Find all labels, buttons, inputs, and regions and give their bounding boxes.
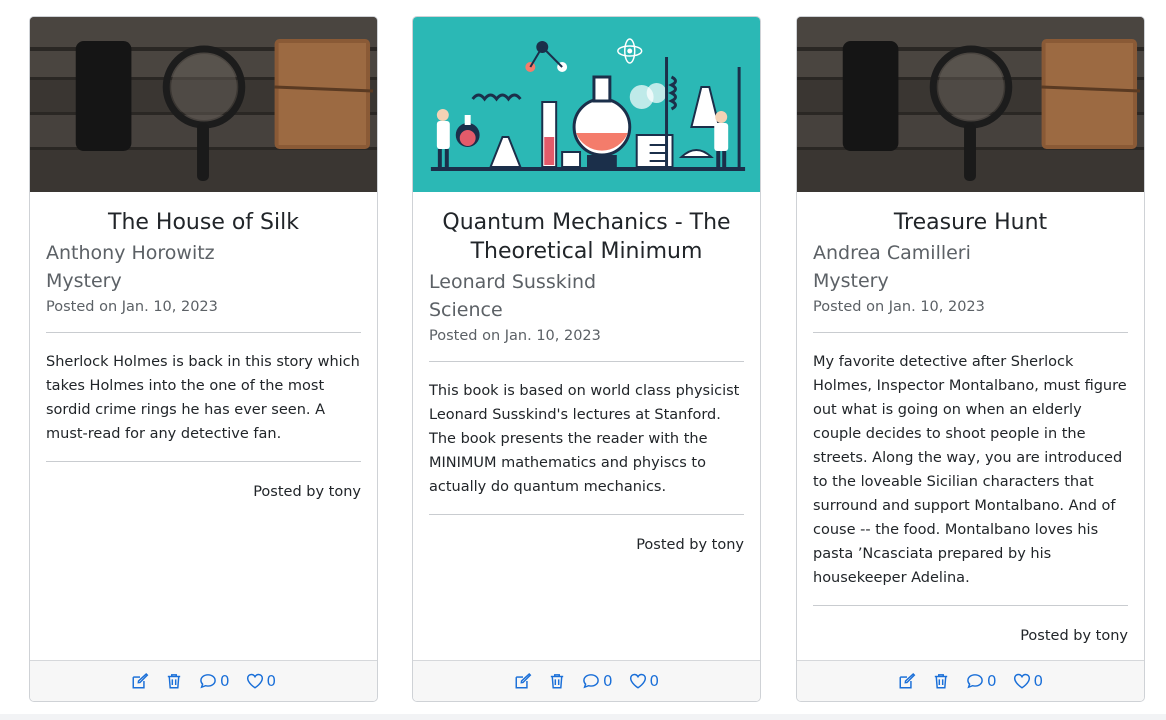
trash-icon [934, 674, 948, 689]
book-category: Mystery [813, 270, 889, 292]
card-footer: 0 0 [30, 660, 377, 701]
edit-button[interactable] [514, 672, 532, 690]
comment-count: 0 [986, 672, 997, 690]
comment-button[interactable]: 0 [582, 672, 613, 690]
delete-button[interactable] [165, 672, 183, 690]
comment-button[interactable]: 0 [199, 672, 230, 690]
edit-button[interactable] [898, 672, 916, 690]
book-card: The House of Silk Anthony Horowitz Myste… [29, 16, 378, 702]
divider [429, 514, 744, 515]
book-cover-image [797, 17, 1144, 192]
edit-icon [515, 673, 532, 689]
card-footer: 0 0 [413, 660, 760, 701]
divider [46, 461, 361, 462]
book-category: Science [429, 299, 503, 321]
comment-count: 0 [219, 672, 230, 690]
posted-date: Posted on Jan. 10, 2023 [813, 299, 985, 315]
heart-icon [246, 673, 263, 689]
book-category: Mystery [46, 270, 122, 292]
book-description: Sherlock Holmes is back in this story wh… [46, 354, 360, 442]
book-description: This book is based on world class physic… [429, 383, 740, 495]
book-title: Treasure Hunt [893, 210, 1048, 235]
like-count: 0 [266, 672, 277, 690]
heart-icon [629, 673, 646, 689]
book-cover-image [30, 17, 377, 192]
like-button[interactable]: 0 [1013, 672, 1044, 690]
divider [429, 361, 744, 362]
edit-icon [899, 673, 916, 689]
like-button[interactable]: 0 [246, 672, 277, 690]
book-author: Andrea Camilleri [813, 242, 971, 264]
book-description: My favorite detective after Sherlock Hol… [813, 354, 1127, 586]
book-title: The House of Silk [108, 210, 299, 235]
divider [46, 332, 361, 333]
book-title: Quantum Mechanics - The Theoretical Mini… [442, 210, 731, 264]
edit-icon [132, 673, 149, 689]
like-button[interactable]: 0 [629, 672, 660, 690]
divider [813, 332, 1128, 333]
trash-icon [167, 674, 181, 689]
posted-date: Posted on Jan. 10, 2023 [429, 328, 601, 344]
delete-button[interactable] [932, 672, 950, 690]
edit-button[interactable] [131, 672, 149, 690]
card-footer: 0 0 [797, 660, 1144, 701]
comment-icon [200, 674, 216, 689]
comment-button[interactable]: 0 [966, 672, 997, 690]
trash-icon [550, 674, 564, 689]
book-author: Anthony Horowitz [46, 242, 215, 264]
divider [813, 605, 1128, 606]
page-bottom-bar [0, 714, 1166, 720]
comment-icon [967, 674, 983, 689]
book-cover-image [413, 17, 760, 192]
posted-by: Posted by tony [1020, 628, 1128, 644]
like-count: 0 [649, 672, 660, 690]
comment-icon [583, 674, 599, 689]
delete-button[interactable] [548, 672, 566, 690]
book-author: Leonard Susskind [429, 271, 597, 293]
posted-by: Posted by tony [253, 484, 361, 500]
comment-count: 0 [602, 672, 613, 690]
heart-icon [1013, 673, 1030, 689]
posted-by: Posted by tony [636, 537, 744, 553]
book-card: Treasure Hunt Andrea Camilleri Mystery P… [796, 16, 1145, 702]
posted-date: Posted on Jan. 10, 2023 [46, 299, 218, 315]
like-count: 0 [1033, 672, 1044, 690]
book-card: Quantum Mechanics - The Theoretical Mini… [412, 16, 761, 702]
